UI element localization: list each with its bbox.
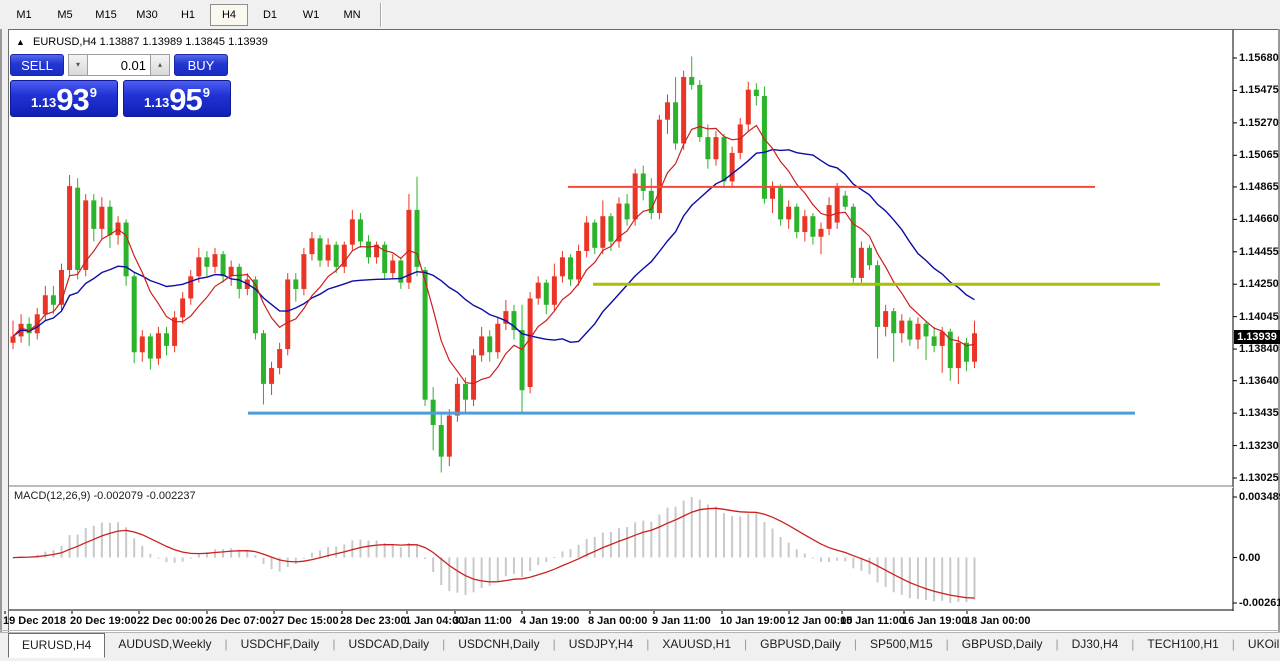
- buy-button[interactable]: BUY: [174, 54, 228, 76]
- window-left-frame: [0, 29, 9, 661]
- price-axis-label: 1.14045: [1239, 311, 1279, 323]
- time-axis-label: 10 Jan 19:00: [720, 615, 785, 627]
- time-axis-label: 26 Dec 07:00: [205, 615, 272, 627]
- chart-tab-usdjpy-h4[interactable]: USDJPY,H4: [556, 633, 646, 655]
- buy-price-sup: 9: [203, 70, 210, 116]
- chart-tab-xauusd-h1[interactable]: XAUUSD,H1: [649, 633, 744, 655]
- price-axis-label: 1.13640: [1239, 375, 1279, 387]
- sell-price-sup: 9: [90, 70, 97, 116]
- chart-symbol-label: EURUSD,H4: [33, 36, 97, 48]
- price-axis-label: 1.15065: [1239, 149, 1279, 161]
- price-axis-label: 1.13025: [1239, 472, 1279, 484]
- macd-indicator-label: MACD(12,26,9) -0.002079 -0.002237: [14, 490, 196, 502]
- timeframe-button-mn[interactable]: MN: [333, 4, 371, 26]
- time-axis-label: 28 Dec 23:00: [340, 615, 407, 627]
- sell-button[interactable]: SELL: [10, 54, 64, 76]
- volume-increase-icon[interactable]: ▴: [150, 54, 170, 76]
- macd-axis-label: -0.002617: [1239, 597, 1280, 609]
- timeframe-button-h1[interactable]: H1: [169, 4, 207, 26]
- sell-price-prefix: 1.13: [31, 90, 56, 116]
- sell-price-big: 93: [56, 83, 88, 116]
- chart-tab-sp500-m15[interactable]: SP500,M15: [857, 633, 946, 655]
- price-axis-label: 1.14250: [1239, 278, 1279, 290]
- chart-tab-tech100-h1[interactable]: TECH100,H1: [1134, 633, 1231, 655]
- chart-tab-eurusd-h4[interactable]: EURUSD,H4: [8, 633, 105, 658]
- chart-title: ▲ EURUSD,H4 1.13887 1.13989 1.13845 1.13…: [16, 36, 268, 48]
- price-axis-label: 1.14660: [1239, 213, 1279, 225]
- macd-axis-label: 0.003489: [1239, 491, 1280, 503]
- timeframe-button-d1[interactable]: D1: [251, 4, 289, 26]
- price-axis-label: 1.14455: [1239, 246, 1279, 258]
- time-axis-label: 8 Jan 00:00: [588, 615, 647, 627]
- time-axis-label: 9 Jan 11:00: [652, 615, 711, 627]
- volume-decrease-icon[interactable]: ▾: [68, 54, 88, 76]
- price-axis-label: 1.14865: [1239, 181, 1279, 193]
- price-axis-label: 1.15475: [1239, 84, 1279, 96]
- time-axis-label: 3 Jan 11:00: [453, 615, 512, 627]
- timeframe-button-m1[interactable]: M1: [5, 4, 43, 26]
- time-axis-label: 15 Jan 11:00: [840, 615, 905, 627]
- timeframe-button-w1[interactable]: W1: [292, 4, 330, 26]
- time-axis-label: 16 Jan 19:00: [902, 615, 967, 627]
- chart-tab-gbpusd-daily[interactable]: GBPUSD,Daily: [747, 633, 854, 655]
- chart-tab-bar: EURUSD,H4AUDUSD,Weekly|USDCHF,Daily|USDC…: [0, 632, 1280, 661]
- current-price-badge: 1.13939: [1234, 330, 1280, 344]
- timeframe-button-m15[interactable]: M15: [87, 4, 125, 26]
- buy-price-panel[interactable]: 1.13 95 9: [123, 80, 231, 117]
- chart-tab-ukoil-h1[interactable]: UKOil,H1: [1235, 633, 1280, 655]
- time-axis-label: 22 Dec 00:00: [137, 615, 204, 627]
- chart-tab-audusd-weekly[interactable]: AUDUSD,Weekly: [105, 633, 224, 655]
- time-axis-label: 18 Jan 00:00: [965, 615, 1030, 627]
- macd-pane[interactable]: [10, 488, 1233, 610]
- price-axis-label: 1.13230: [1239, 440, 1279, 452]
- timeframe-toolbar: M1M5M15M30H1H4D1W1MN: [0, 0, 1280, 29]
- chart-tab-usdcnh-daily[interactable]: USDCNH,Daily: [445, 633, 552, 655]
- chart-tab-dj30-h4[interactable]: DJ30,H4: [1059, 633, 1132, 655]
- chart-tab-gbpusd-daily[interactable]: GBPUSD,Daily: [949, 633, 1056, 655]
- timeframe-button-h4[interactable]: H4: [210, 4, 248, 26]
- volume-input[interactable]: [88, 54, 150, 76]
- one-click-trading-panel: SELL ▾ ▴ BUY 1.13 93 9 1.13 95 9: [10, 52, 234, 117]
- buy-price-prefix: 1.13: [144, 90, 169, 116]
- time-axis-label: 20 Dec 19:00: [70, 615, 137, 627]
- time-axis-label: 27 Dec 15:00: [272, 615, 339, 627]
- chart-tab-usdchf-daily[interactable]: USDCHF,Daily: [228, 633, 333, 655]
- timeframe-button-m5[interactable]: M5: [46, 4, 84, 26]
- buy-price-big: 95: [169, 83, 201, 116]
- price-axis-label: 1.15680: [1239, 52, 1279, 64]
- toolbar-separator: [380, 3, 382, 27]
- price-axis-label: 1.13435: [1239, 407, 1279, 419]
- sell-price-panel[interactable]: 1.13 93 9: [10, 80, 118, 117]
- collapse-panel-icon[interactable]: ▲: [16, 37, 25, 47]
- macd-axis-label: 0.00: [1239, 552, 1260, 564]
- timeframe-button-m30[interactable]: M30: [128, 4, 166, 26]
- price-axis-label: 1.15270: [1239, 117, 1279, 129]
- time-axis-label: 4 Jan 19:00: [520, 615, 579, 627]
- chart-ohlc-values: 1.13887 1.13989 1.13845 1.13939: [100, 36, 268, 48]
- price-axis-label: 1.13840: [1239, 343, 1279, 355]
- time-axis-label: 19 Dec 2018: [3, 615, 66, 627]
- chart-tab-usdcad-daily[interactable]: USDCAD,Daily: [335, 633, 442, 655]
